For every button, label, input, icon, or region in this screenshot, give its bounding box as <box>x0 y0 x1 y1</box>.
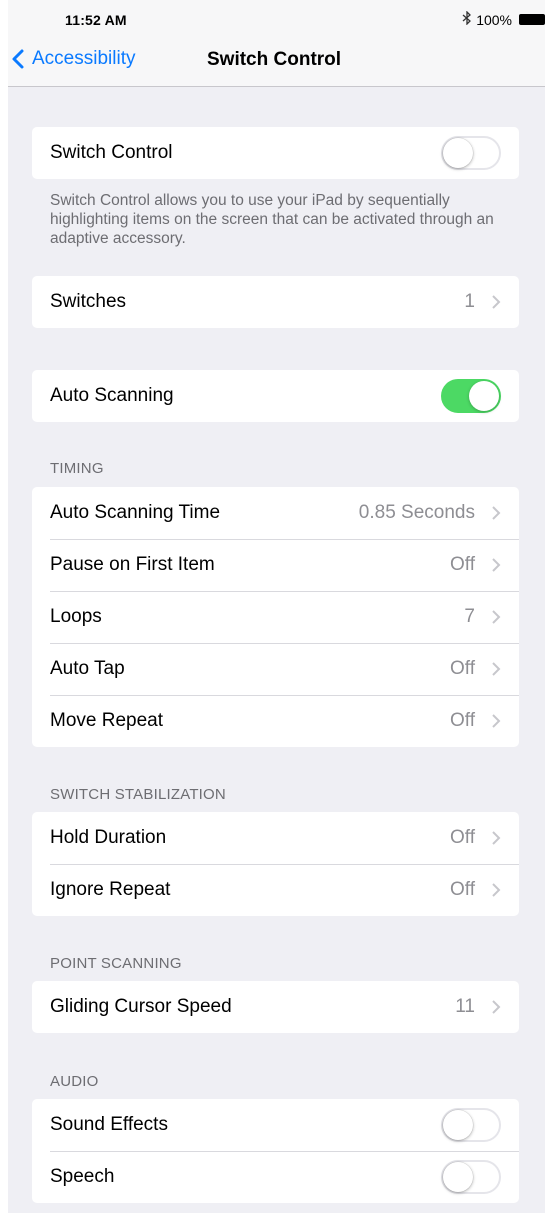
row-label: Gliding Cursor Speed <box>50 996 232 1017</box>
speech-row: Speech <box>32 1151 519 1203</box>
chevron-right-icon <box>492 1000 501 1014</box>
chevron-left-icon <box>12 49 24 69</box>
chevron-right-icon <box>492 883 501 897</box>
chevron-right-icon <box>492 610 501 624</box>
row-label: Auto Scanning <box>50 385 174 406</box>
row-label: Switches <box>50 291 127 312</box>
status-bar: 11:52 AM 100% <box>8 0 545 32</box>
row-label: Auto Scanning Time <box>50 502 221 523</box>
row-label: Auto Tap <box>50 658 125 679</box>
point-scanning-group: Gliding Cursor Speed 11 <box>32 981 519 1033</box>
switches-row[interactable]: Switches 1 <box>32 276 519 328</box>
toggle-knob <box>469 381 499 411</box>
auto-tap-row[interactable]: Auto Tap Off <box>32 643 519 695</box>
timing-group: Auto Scanning Time 0.85 Seconds Pause on… <box>32 487 519 747</box>
row-value: 11 <box>455 996 475 1017</box>
row-label: Sound Effects <box>50 1114 168 1135</box>
row-label: Ignore Repeat <box>50 879 171 900</box>
switch-control-row: Switch Control <box>32 127 519 179</box>
back-button[interactable]: Accessibility <box>8 48 135 70</box>
point-scanning-header: POINT SCANNING <box>50 955 182 972</box>
move-repeat-row[interactable]: Move Repeat Off <box>32 695 519 747</box>
status-right: 100% <box>462 10 545 28</box>
chevron-right-icon <box>492 295 501 309</box>
sound-effects-row: Sound Effects <box>32 1099 519 1151</box>
row-value: Off <box>450 554 475 575</box>
speech-toggle[interactable] <box>441 1160 501 1194</box>
settings-screen: 11:52 AM 100% Accessibility Switch Contr… <box>8 0 545 1213</box>
row-label: Pause on First Item <box>50 554 215 575</box>
row-label: Switch Control <box>50 142 173 163</box>
chevron-right-icon <box>492 831 501 845</box>
switch-control-description: Switch Control allows you to use your iP… <box>50 192 494 247</box>
row-value: Off <box>450 710 475 731</box>
page-title: Switch Control <box>207 49 342 70</box>
pause-on-first-item-row[interactable]: Pause on First Item Off <box>32 539 519 591</box>
audio-group: Sound Effects Speech <box>32 1099 519 1203</box>
toggle-knob <box>443 1162 473 1192</box>
chevron-right-icon <box>492 714 501 728</box>
toggle-knob <box>443 1110 473 1140</box>
row-label: Speech <box>50 1166 115 1187</box>
stabilization-group: Hold Duration Off Ignore Repeat Off <box>32 812 519 916</box>
audio-header: AUDIO <box>50 1073 99 1090</box>
row-value: Off <box>450 827 475 848</box>
switch-control-group: Switch Control <box>32 127 519 179</box>
row-value: 0.85 Seconds <box>358 502 475 523</box>
bluetooth-icon <box>462 10 472 28</box>
navigation-bar: Accessibility Switch Control <box>8 32 545 87</box>
ignore-repeat-row[interactable]: Ignore Repeat Off <box>32 864 519 916</box>
row-value: 7 <box>464 606 475 627</box>
chevron-right-icon <box>492 558 501 572</box>
battery-icon <box>519 14 545 25</box>
auto-scanning-time-row[interactable]: Auto Scanning Time 0.85 Seconds <box>32 487 519 539</box>
battery-percent: 100% <box>476 11 512 28</box>
row-label: Loops <box>50 606 102 627</box>
auto-scanning-group: Auto Scanning <box>32 370 519 422</box>
auto-scanning-toggle[interactable] <box>441 379 501 413</box>
row-label: Hold Duration <box>50 827 167 848</box>
switches-group: Switches 1 <box>32 276 519 328</box>
toggle-knob <box>443 138 473 168</box>
back-label: Accessibility <box>32 48 136 69</box>
auto-scanning-row: Auto Scanning <box>32 370 519 422</box>
row-value: Off <box>450 658 475 679</box>
switch-control-toggle[interactable] <box>441 136 501 170</box>
gliding-cursor-speed-row[interactable]: Gliding Cursor Speed 11 <box>32 981 519 1033</box>
timing-header: TIMING <box>50 460 104 477</box>
chevron-right-icon <box>492 662 501 676</box>
row-value: Off <box>450 879 475 900</box>
hold-duration-row[interactable]: Hold Duration Off <box>32 812 519 864</box>
row-value: 1 <box>464 291 475 312</box>
sound-effects-toggle[interactable] <box>441 1108 501 1142</box>
chevron-right-icon <box>492 506 501 520</box>
loops-row[interactable]: Loops 7 <box>32 591 519 643</box>
status-time: 11:52 AM <box>65 12 127 28</box>
stabilization-header: SWITCH STABILIZATION <box>50 786 226 803</box>
row-label: Move Repeat <box>50 710 164 731</box>
